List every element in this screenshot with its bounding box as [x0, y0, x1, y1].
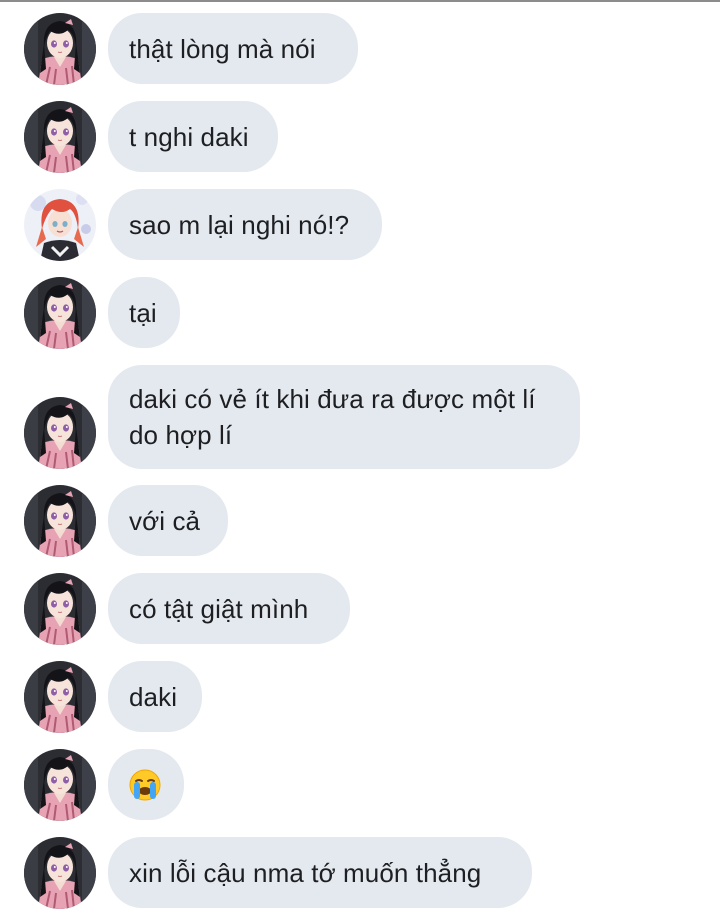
message-row: t nghi daki [0, 100, 720, 174]
loudly-crying-face-icon [129, 769, 161, 801]
message-bubble[interactable]: tại [108, 277, 180, 348]
message-row: tại [0, 276, 720, 350]
message-row: sao m lại nghi nó!? [0, 188, 720, 262]
message-text: thật lòng mà nói [129, 33, 316, 64]
message-text: tại [129, 297, 157, 328]
avatar[interactable] [24, 277, 96, 349]
message-bubble[interactable] [108, 749, 184, 820]
message-bubble[interactable]: daki [108, 661, 202, 732]
message-row: với cả [0, 484, 720, 558]
message-bubble[interactable]: thật lòng mà nói [108, 13, 358, 84]
message-row: xin lỗi cậu nma tớ muốn thẳng [0, 836, 720, 910]
message-bubble[interactable]: daki có vẻ ít khi đưa ra được một lí do … [108, 365, 580, 469]
message-bubble[interactable]: sao m lại nghi nó!? [108, 189, 382, 260]
message-text: t nghi daki [129, 121, 249, 152]
avatar[interactable] [24, 101, 96, 173]
message-row: daki [0, 660, 720, 734]
message-bubble[interactable]: xin lỗi cậu nma tớ muốn thẳng [108, 837, 532, 908]
message-bubble[interactable]: t nghi daki [108, 101, 278, 172]
message-thread[interactable]: thật lòng mà nói t nghi daki sao m lại n… [0, 0, 720, 917]
avatar[interactable] [24, 749, 96, 821]
message-bubble[interactable]: với cả [108, 485, 228, 556]
avatar[interactable] [24, 397, 96, 469]
message-text: daki [129, 681, 178, 712]
message-text: sao m lại nghi nó!? [129, 209, 350, 240]
message-row: daki có vẻ ít khi đưa ra được một lí do … [0, 364, 720, 470]
message-row: có tật giật mình [0, 572, 720, 646]
message-bubble[interactable]: có tật giật mình [108, 573, 350, 644]
avatar[interactable] [24, 13, 96, 85]
avatar[interactable] [24, 661, 96, 733]
message-row [0, 748, 720, 822]
avatar[interactable] [24, 837, 96, 909]
avatar[interactable] [24, 485, 96, 557]
message-row: thật lòng mà nói [0, 12, 720, 86]
message-text: xin lỗi cậu nma tớ muốn thẳng [129, 857, 482, 888]
avatar[interactable] [24, 189, 96, 261]
avatar[interactable] [24, 573, 96, 645]
message-text: có tật giật mình [129, 593, 309, 624]
message-text: daki có vẻ ít khi đưa ra được một lí do … [129, 384, 536, 450]
message-text: với cả [129, 505, 201, 536]
